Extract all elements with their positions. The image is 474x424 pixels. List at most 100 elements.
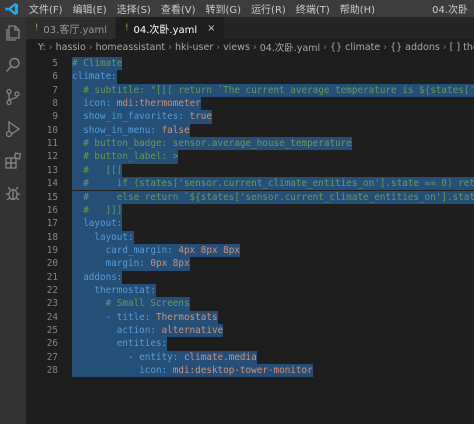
breadcrumb-item[interactable]: {} addons <box>390 42 440 53</box>
chevron-right-icon: › <box>442 41 447 53</box>
line-number: 26 <box>46 338 58 350</box>
files-icon[interactable] <box>3 23 23 43</box>
line-number: 12 <box>46 151 58 163</box>
code-text: # button_label: > <box>72 150 179 164</box>
line-number: 11 <box>46 138 58 150</box>
code-line[interactable]: 7 # subtitle: "[[[ return `The current a… <box>26 83 474 98</box>
line-number: 6 <box>52 71 58 83</box>
line-number: 13 <box>46 164 58 176</box>
code-line[interactable]: 27 - entity: climate.media <box>26 350 474 365</box>
code-line[interactable]: 24 - title: Thermostats <box>26 310 474 324</box>
code-text: thermostat: <box>72 283 156 298</box>
code-text: - entity: climate.media <box>72 350 257 365</box>
menu-go[interactable]: 转到(G) <box>201 1 247 16</box>
source-control-icon[interactable] <box>3 87 23 107</box>
code-text: - title: Thermostats <box>72 310 218 324</box>
chevron-right-icon: › <box>216 41 221 53</box>
code-line[interactable]: 13 # [[[ <box>26 163 474 178</box>
line-number: 8 <box>52 98 58 110</box>
code-line[interactable]: 9 show_in_favorites: true <box>26 110 474 124</box>
chevron-right-icon: › <box>168 41 172 53</box>
code-line[interactable]: 25 action: alternative <box>26 324 474 338</box>
tab-03-living-room[interactable]: ! 03.客厅.yaml <box>26 17 117 39</box>
code-line[interactable]: 23 # Small Screens <box>26 297 474 311</box>
line-number: 25 <box>46 325 58 336</box>
tab-label: 03.客厅.yaml <box>43 24 108 36</box>
line-number: 10 <box>46 124 58 136</box>
code-line[interactable]: 10 show_in_menu: false <box>26 123 474 138</box>
code-line[interactable]: 19 card_margin: 4px 8px 8px <box>26 243 474 258</box>
breadcrumb-item[interactable]: hassio <box>56 42 86 53</box>
chevron-right-icon: › <box>323 41 327 53</box>
code-line[interactable]: 12 # button_label: > <box>26 150 474 164</box>
code-line[interactable]: 20 margin: 0px 8px <box>26 257 474 271</box>
activity-bar <box>0 17 26 424</box>
line-number: 19 <box>46 244 58 256</box>
yaml-file-icon: ! <box>124 23 130 33</box>
code-line[interactable]: 22 thermostat: <box>26 283 474 298</box>
bug-icon[interactable] <box>3 183 23 203</box>
code-line[interactable]: 16 # ]]] <box>26 203 474 218</box>
code-line[interactable]: 26 entities: <box>26 337 474 351</box>
chevron-right-icon: › <box>48 41 53 53</box>
code-line[interactable]: 5 # Climate <box>26 57 474 71</box>
code-text: # Small Screens <box>72 297 190 311</box>
line-number: 15 <box>46 191 58 203</box>
breadcrumb-item[interactable]: 04.次卧.yaml <box>260 40 320 54</box>
code-editor[interactable]: 5 # Climate 6 climate: 7 # subtitle: "[[[ re… <box>26 55 474 424</box>
breadcrumb-item[interactable]: views <box>223 42 250 53</box>
code-line[interactable]: 15 # else return `${states['sensor.curre… <box>26 190 474 204</box>
code-line[interactable]: 6 climate: <box>26 70 474 84</box>
menu-view[interactable]: 查看(V) <box>156 1 201 16</box>
code-text: action: alternative <box>72 324 224 338</box>
menu-file[interactable]: 文件(F) <box>24 1 68 16</box>
code-text: # if (states['sensor.current_climate_ent… <box>72 177 474 191</box>
code-line[interactable]: 18 layout: <box>26 230 474 244</box>
breadcrumb: Y: › hassio › homeassistant › hki-user › vie… <box>26 39 474 55</box>
tab-04-second-bedroom[interactable]: ! 04.次卧.yaml × <box>116 17 225 39</box>
breadcrumb-item[interactable]: Y: <box>38 42 46 53</box>
code-text: margin: 0px 8px <box>72 257 190 271</box>
run-debug-icon[interactable] <box>3 119 23 139</box>
code-line[interactable]: 14 # if (states['sensor.current_climate_… <box>26 177 474 191</box>
chevron-right-icon: › <box>383 41 388 53</box>
line-number: 21 <box>46 271 58 283</box>
code-text: show_in_menu: false <box>72 123 190 138</box>
chevron-right-icon: › <box>252 41 257 53</box>
code-text: entities: <box>72 337 168 351</box>
menu-terminal[interactable]: 终端(T) <box>291 1 335 16</box>
chevron-right-icon: › <box>88 41 93 53</box>
code-line[interactable]: 8 icon: mdi:thermometer <box>26 97 474 111</box>
code-line[interactable]: 21 addons: <box>26 270 474 284</box>
tab-label: 04.次卧.yaml <box>133 24 198 36</box>
menu-edit[interactable]: 编辑(E) <box>68 1 112 16</box>
line-number: 28 <box>46 365 58 377</box>
line-number: 20 <box>46 258 58 270</box>
extensions-icon[interactable] <box>3 151 23 171</box>
line-number: 18 <box>46 231 58 243</box>
breadcrumb-item[interactable]: {} climate <box>330 42 380 53</box>
menu-help[interactable]: 帮助(H) <box>335 1 380 16</box>
menu-selection[interactable]: 选择(S) <box>112 1 156 16</box>
code-text: addons: <box>72 270 123 284</box>
close-icon[interactable]: × <box>207 23 215 34</box>
code-text: climate: <box>72 70 117 84</box>
yaml-file-icon: ! <box>34 23 40 33</box>
line-number: 14 <box>46 178 58 190</box>
breadcrumb-item[interactable]: hki-user <box>175 42 213 53</box>
code-line[interactable]: 11 # button_badge: sensor.average_house_… <box>26 137 474 151</box>
line-number: 24 <box>46 311 58 323</box>
search-icon[interactable] <box>3 55 23 75</box>
code-text: card_margin: 4px 8px 8px <box>72 243 240 258</box>
breadcrumb-item[interactable]: [ ] thermostat <box>450 42 474 53</box>
vscode-logo-icon[interactable] <box>0 0 24 17</box>
code-line[interactable]: 28 icon: mdi:desktop-tower-monitor <box>26 364 474 378</box>
line-number: 23 <box>46 298 58 310</box>
line-number: 5 <box>52 58 58 69</box>
code-line[interactable]: 17 layout: <box>26 217 474 231</box>
code-text: layout: <box>72 230 134 244</box>
breadcrumb-item[interactable]: homeassistant <box>96 42 166 53</box>
menu-run[interactable]: 运行(R) <box>246 1 291 16</box>
line-number: 16 <box>46 204 58 216</box>
tab-bar: ! 03.客厅.yaml ! 04.次卧.yaml × <box>26 17 474 39</box>
